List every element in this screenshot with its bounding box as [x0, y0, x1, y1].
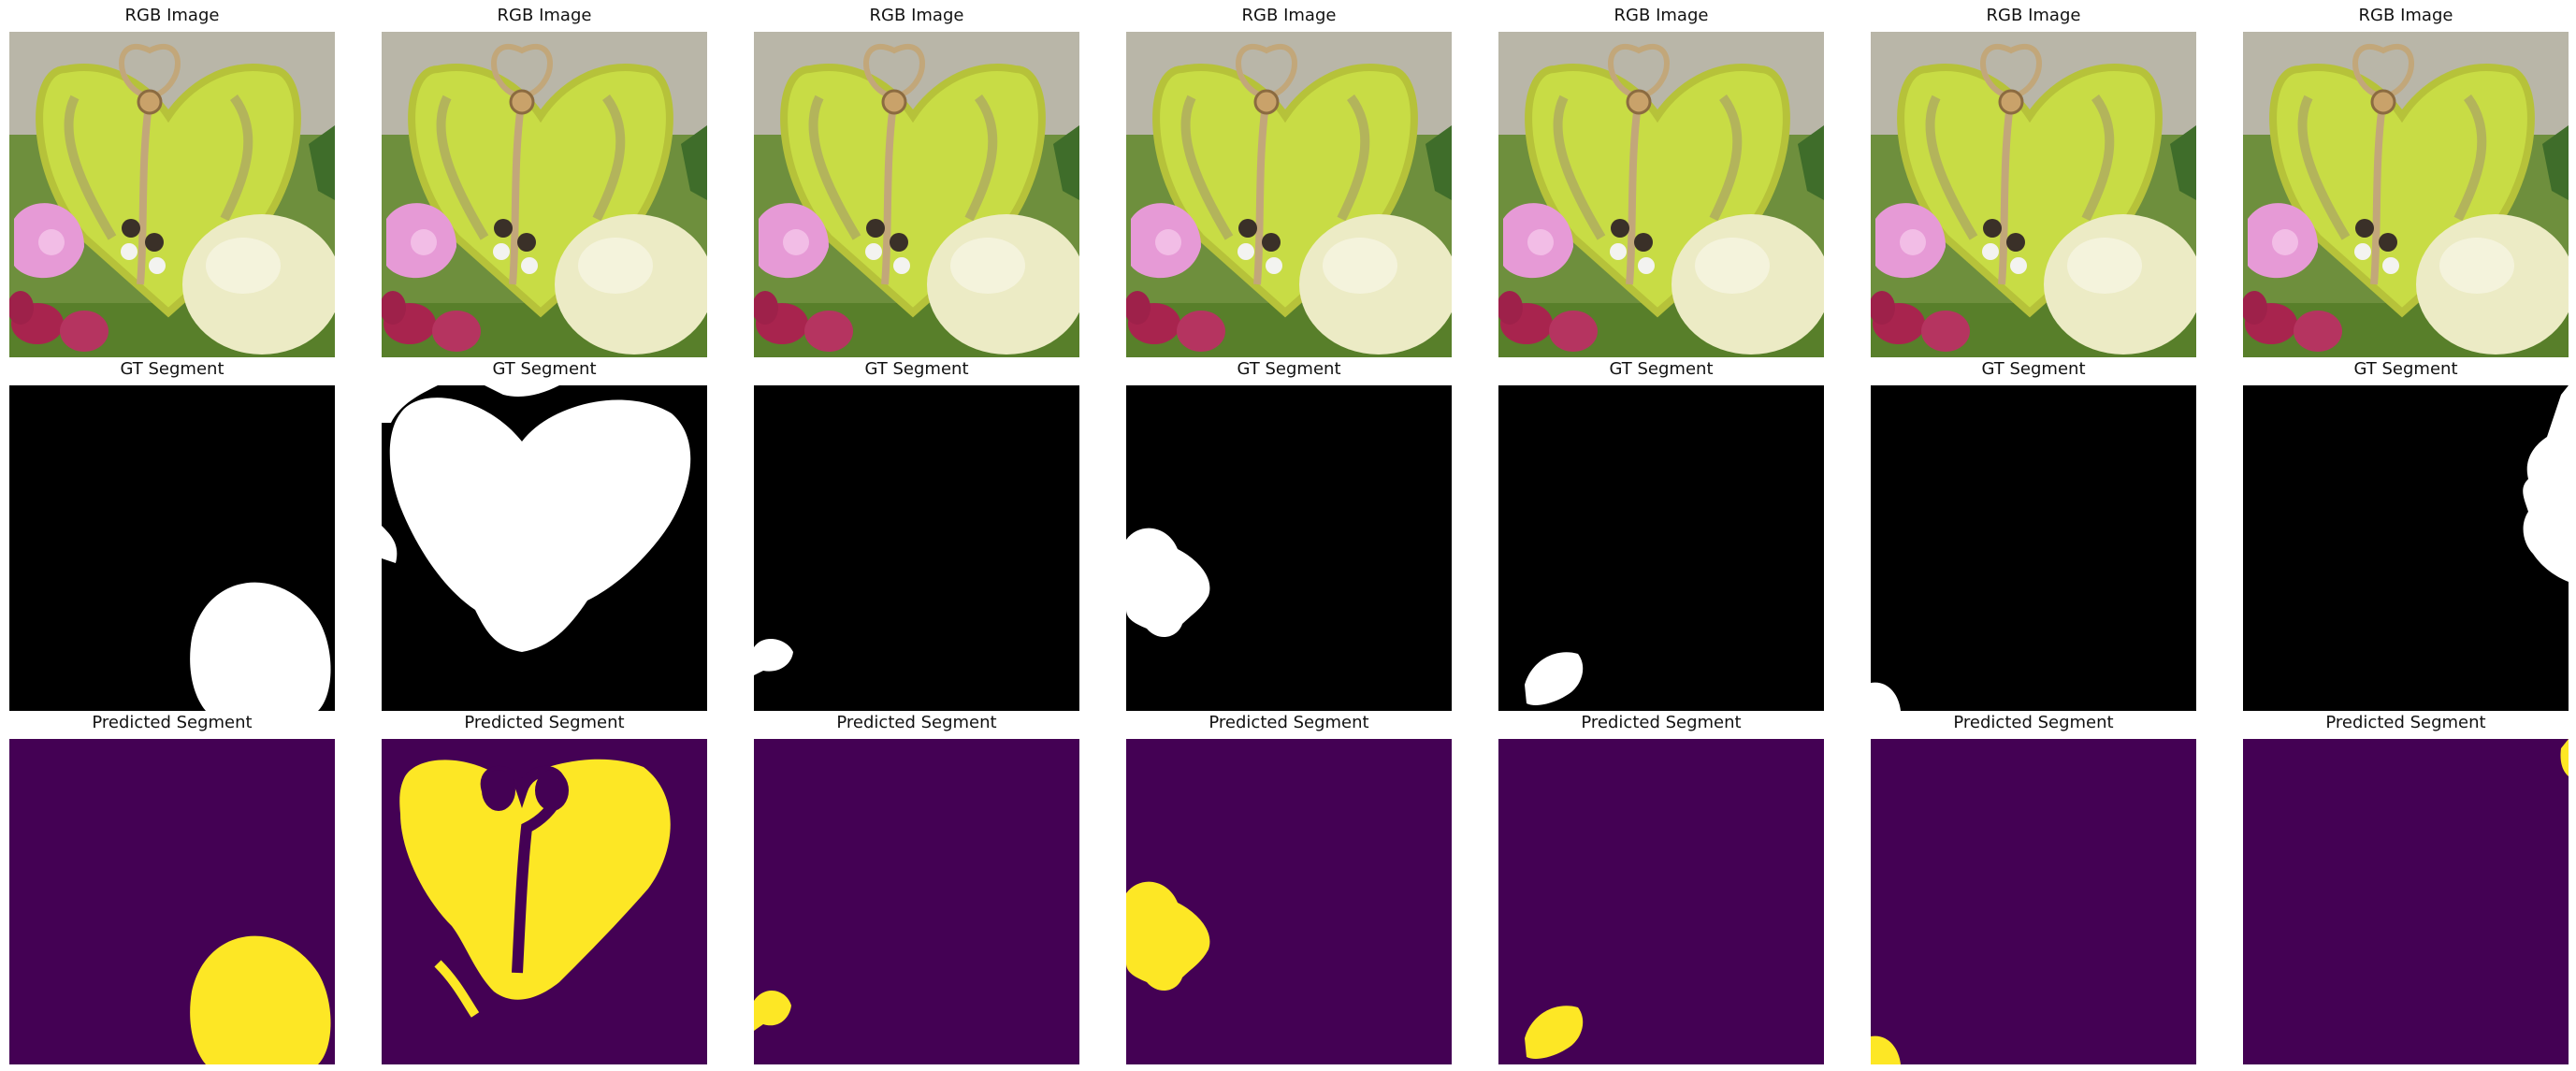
- rgb-cell-2: RGB Image: [382, 4, 707, 357]
- rgb-cell-5: RGB Image: [1498, 4, 1824, 357]
- pred-mask-panel: [1871, 739, 2196, 1064]
- gt-mask-panel: [754, 385, 1079, 711]
- pred-cell-5: Predicted Segment: [1498, 711, 1824, 1064]
- pred-row: Predicted Segment Predicted Segment Pred…: [0, 711, 2576, 1064]
- gt-mask-flower-left: [1126, 385, 1452, 711]
- rgb-cell-3: RGB Image: [754, 4, 1079, 357]
- rgb-image: [9, 32, 335, 357]
- panel-title: Predicted Segment: [464, 713, 625, 732]
- rgb-image: [382, 32, 707, 357]
- rgb-cell-1: RGB Image: [9, 4, 335, 357]
- panel-title: GT Segment: [1981, 359, 2086, 379]
- panel-title: Predicted Segment: [1581, 713, 1742, 732]
- rgb-image: [754, 32, 1079, 357]
- gt-mask-panel: [1871, 385, 2196, 711]
- rgb-image: [1871, 32, 2196, 357]
- figure-grid: RGB Image RGB Image RGB Image RGB Image …: [0, 0, 2576, 1071]
- gt-mask-small-pink-blob: [754, 385, 1079, 711]
- rgb-image-panel: [9, 32, 335, 357]
- gt-mask-panel: [2243, 385, 2569, 711]
- panel-title: Predicted Segment: [1953, 713, 2114, 732]
- gt-mask-panel: [382, 385, 707, 711]
- panel-title: RGB Image: [497, 6, 592, 25]
- pred-mask-heart: [382, 739, 707, 1064]
- gt-mask-tiny-bottom-left: [1871, 385, 2196, 711]
- gt-row: GT Segment GT Segment GT Segment GT Segm…: [0, 357, 2576, 711]
- rgb-image-panel: [1498, 32, 1824, 357]
- pred-cell-4: Predicted Segment: [1126, 711, 1452, 1064]
- panel-title: Predicted Segment: [92, 713, 253, 732]
- panel-title: RGB Image: [124, 6, 220, 25]
- gt-mask-panel: [9, 385, 335, 711]
- gt-mask-panel: [1498, 385, 1824, 711]
- pred-mask-flower-left: [1126, 739, 1452, 1064]
- pred-cell-6: Predicted Segment: [1871, 711, 2196, 1064]
- gt-cell-2: GT Segment: [382, 357, 707, 711]
- pred-mask-panel: [9, 739, 335, 1064]
- panel-title: GT Segment: [1237, 359, 1341, 379]
- panel-title: GT Segment: [492, 359, 597, 379]
- pred-mask-egg: [9, 739, 335, 1064]
- gt-cell-6: GT Segment: [1871, 357, 2196, 711]
- rgb-image-panel: [382, 32, 707, 357]
- pred-mask-tiny-bottom-left: [1871, 739, 2196, 1064]
- rgb-image-panel: [1126, 32, 1452, 357]
- pred-cell-1: Predicted Segment: [9, 711, 335, 1064]
- gt-cell-7: GT Segment: [2243, 357, 2569, 711]
- panel-title: Predicted Segment: [2325, 713, 2486, 732]
- panel-title: Predicted Segment: [836, 713, 997, 732]
- rgb-image-panel: [754, 32, 1079, 357]
- panel-title: RGB Image: [2358, 6, 2453, 25]
- pred-mask-panel: [1126, 739, 1452, 1064]
- gt-mask-heart: [382, 385, 707, 711]
- gt-cell-4: GT Segment: [1126, 357, 1452, 711]
- rgb-image-panel: [1871, 32, 2196, 357]
- gt-mask-foliage-right: [2243, 385, 2569, 711]
- pred-cell-2: Predicted Segment: [382, 711, 707, 1064]
- panel-title: GT Segment: [864, 359, 969, 379]
- panel-title: RGB Image: [869, 6, 964, 25]
- panel-title: RGB Image: [1986, 6, 2081, 25]
- pred-mask-panel: [2243, 739, 2569, 1064]
- rgb-row: RGB Image RGB Image RGB Image RGB Image …: [0, 4, 2576, 357]
- pred-mask-egg-left: [1498, 739, 1824, 1064]
- panel-title: RGB Image: [1614, 6, 1709, 25]
- panel-title: Predicted Segment: [1208, 713, 1369, 732]
- gt-cell-1: GT Segment: [9, 357, 335, 711]
- panel-title: RGB Image: [1241, 6, 1337, 25]
- gt-mask-egg: [9, 385, 335, 711]
- pred-cell-3: Predicted Segment: [754, 711, 1079, 1064]
- rgb-image: [1126, 32, 1452, 357]
- rgb-cell-7: RGB Image: [2243, 4, 2569, 357]
- pred-cell-7: Predicted Segment: [2243, 711, 2569, 1064]
- pred-mask-panel: [754, 739, 1079, 1064]
- rgb-image: [1498, 32, 1824, 357]
- gt-mask-egg-left: [1498, 385, 1824, 711]
- gt-mask-panel: [1126, 385, 1452, 711]
- pred-mask-panel: [382, 739, 707, 1064]
- panel-title: GT Segment: [2353, 359, 2458, 379]
- pred-mask-foliage-right: [2243, 739, 2569, 1064]
- rgb-cell-6: RGB Image: [1871, 4, 2196, 357]
- rgb-image: [2243, 32, 2569, 357]
- gt-cell-5: GT Segment: [1498, 357, 1824, 711]
- rgb-cell-4: RGB Image: [1126, 4, 1452, 357]
- panel-title: GT Segment: [1609, 359, 1714, 379]
- panel-title: GT Segment: [120, 359, 224, 379]
- pred-mask-small-blob: [754, 739, 1079, 1064]
- rgb-image-panel: [2243, 32, 2569, 357]
- gt-cell-3: GT Segment: [754, 357, 1079, 711]
- pred-mask-panel: [1498, 739, 1824, 1064]
